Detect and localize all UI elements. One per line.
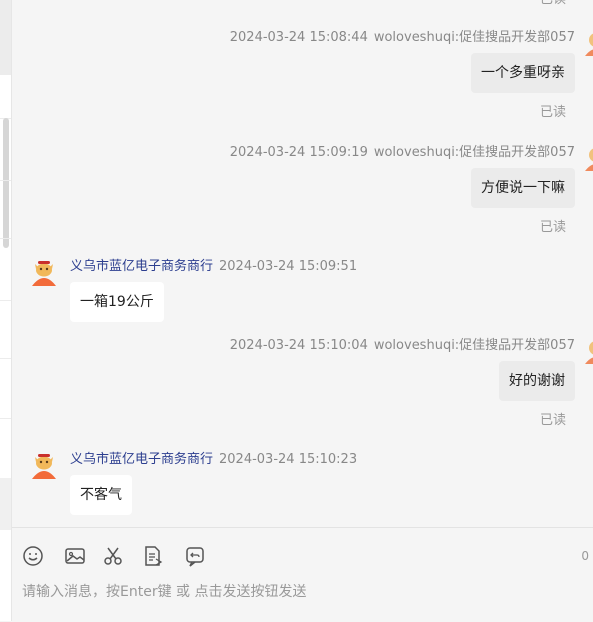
message-sender: woloveshuqi:促佳搜品开发部057 [373, 338, 575, 353]
message-bubble: 好的谢谢 [499, 361, 575, 401]
left-panel-header [0, 0, 11, 75]
message-time: 2024-03-24 15:10:23 [219, 452, 358, 467]
left-panel-edge [0, 0, 12, 621]
emoji-button[interactable] [22, 545, 44, 567]
divider [0, 418, 11, 419]
image-icon [65, 548, 85, 564]
shop-avatar-icon [585, 148, 593, 171]
scissors-icon [104, 547, 122, 565]
message-meta: 2024-03-24 15:08:44 woloveshuqi:促佳搜品开发部05… [230, 26, 575, 45]
message-meta: 2024-03-24 15:09:19 woloveshuqi:促佳搜品开发部05… [230, 141, 575, 160]
message-bubble: 方便说一下嘛 [471, 168, 575, 208]
read-status: 已读 [539, 413, 566, 428]
document-icon [145, 546, 163, 566]
divider [0, 238, 11, 239]
message-composer: 0 请输入消息，按Enter键 或 点击发送按钮发送 [12, 527, 593, 622]
message-time: 2024-03-24 15:08:44 [229, 30, 368, 45]
divider [0, 300, 11, 301]
emoji-icon [23, 546, 43, 566]
left-panel-item[interactable] [0, 478, 11, 530]
divider [0, 180, 11, 181]
image-button[interactable] [64, 545, 86, 567]
shop-avatar-icon [32, 454, 56, 479]
message-meta: 义乌市蓝亿电子商务商行 2024-03-24 15:09:51 [70, 255, 357, 274]
history-icon [186, 547, 204, 567]
avatar[interactable] [581, 26, 593, 56]
avatar[interactable] [581, 334, 593, 364]
message-time: 2024-03-24 15:10:04 [229, 338, 368, 353]
message-meta: 2024-03-24 15:10:04 woloveshuqi:促佳搜品开发部05… [230, 334, 575, 353]
char-counter: 0 [581, 549, 589, 563]
screenshot-button[interactable] [102, 545, 124, 567]
message-sender[interactable]: 义乌市蓝亿电子商务商行 [70, 259, 213, 274]
message-sender: woloveshuqi:促佳搜品开发部057 [373, 30, 575, 45]
message-meta: 义乌市蓝亿电子商务商行 2024-03-24 15:10:23 [70, 448, 357, 467]
message-bubble: 一个多重呀亲 [471, 53, 575, 93]
read-status: 已读 [540, 0, 566, 7]
message-list: 已读 2024-03-24 15:08:44 woloveshuqi:促佳搜品开发… [12, 0, 593, 527]
shop-avatar-icon [585, 33, 593, 56]
message-time: 2024-03-24 15:09:51 [219, 259, 358, 274]
message-bubble: 一箱19公斤 [70, 282, 164, 322]
document-button[interactable] [142, 545, 164, 567]
shop-avatar-icon [32, 261, 56, 286]
avatar[interactable] [581, 141, 593, 171]
message-bubble: 不客气 [70, 475, 132, 515]
message-sender: woloveshuqi:促佳搜品开发部057 [373, 145, 575, 160]
avatar[interactable] [29, 449, 59, 479]
message-sender[interactable]: 义乌市蓝亿电子商务商行 [70, 452, 213, 467]
scrollbar[interactable] [3, 118, 9, 248]
message-input[interactable]: 请输入消息，按Enter键 或 点击发送按钮发送 [22, 581, 306, 601]
history-button[interactable] [184, 545, 206, 567]
shop-avatar-icon [585, 341, 593, 364]
divider [0, 358, 11, 359]
message-time: 2024-03-24 15:09:19 [229, 145, 368, 160]
read-status: 已读 [539, 220, 566, 235]
avatar[interactable] [29, 256, 59, 286]
read-status: 已读 [539, 105, 566, 120]
